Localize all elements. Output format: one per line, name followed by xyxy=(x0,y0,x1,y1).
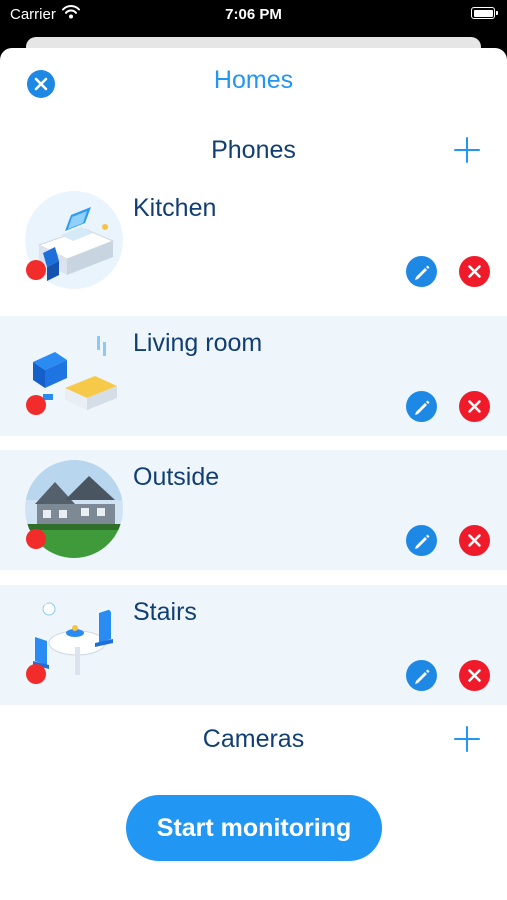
delete-button[interactable] xyxy=(459,660,490,691)
pencil-icon xyxy=(415,400,430,415)
pencil-icon xyxy=(415,534,430,549)
edit-button[interactable] xyxy=(406,391,437,422)
room-row-stairs[interactable]: Stairs xyxy=(0,585,507,705)
delete-button[interactable] xyxy=(459,256,490,287)
delete-button[interactable] xyxy=(459,525,490,556)
room-name: Living room xyxy=(133,329,263,357)
homes-sheet: Homes Phones Kitchen Living room Outside… xyxy=(0,48,507,900)
status-indicator xyxy=(26,395,46,415)
edit-button[interactable] xyxy=(406,525,437,556)
status-indicator xyxy=(26,664,46,684)
delete-x-icon xyxy=(468,265,481,278)
room-row-living-room[interactable]: Living room xyxy=(0,316,507,436)
start-monitoring-button[interactable]: Start monitoring xyxy=(126,795,382,861)
status-indicator xyxy=(26,529,46,549)
clock: 7:06 PM xyxy=(225,6,282,23)
delete-x-icon xyxy=(468,534,481,547)
pencil-icon xyxy=(415,669,430,684)
room-row-kitchen[interactable]: Kitchen xyxy=(0,181,507,301)
add-camera-button[interactable] xyxy=(453,725,481,753)
delete-x-icon xyxy=(468,400,481,413)
cameras-section-header: Cameras xyxy=(0,719,507,759)
cameras-section-label: Cameras xyxy=(202,725,305,753)
delete-button[interactable] xyxy=(459,391,490,422)
page-title: Homes xyxy=(213,66,294,94)
status-indicator xyxy=(26,260,46,280)
room-name: Kitchen xyxy=(133,194,217,222)
room-name: Outside xyxy=(133,463,220,491)
phones-section-label: Phones xyxy=(211,136,296,164)
battery-icon xyxy=(471,7,498,19)
status-bar: Carrier 7:06 PM xyxy=(0,0,507,30)
room-row-outside[interactable]: Outside xyxy=(0,450,507,570)
phones-section-header: Phones xyxy=(0,130,507,170)
pencil-icon xyxy=(415,265,430,280)
room-name: Stairs xyxy=(133,598,197,626)
add-phone-button[interactable] xyxy=(453,136,481,164)
delete-x-icon xyxy=(468,669,481,682)
edit-button[interactable] xyxy=(406,660,437,691)
edit-button[interactable] xyxy=(406,256,437,287)
